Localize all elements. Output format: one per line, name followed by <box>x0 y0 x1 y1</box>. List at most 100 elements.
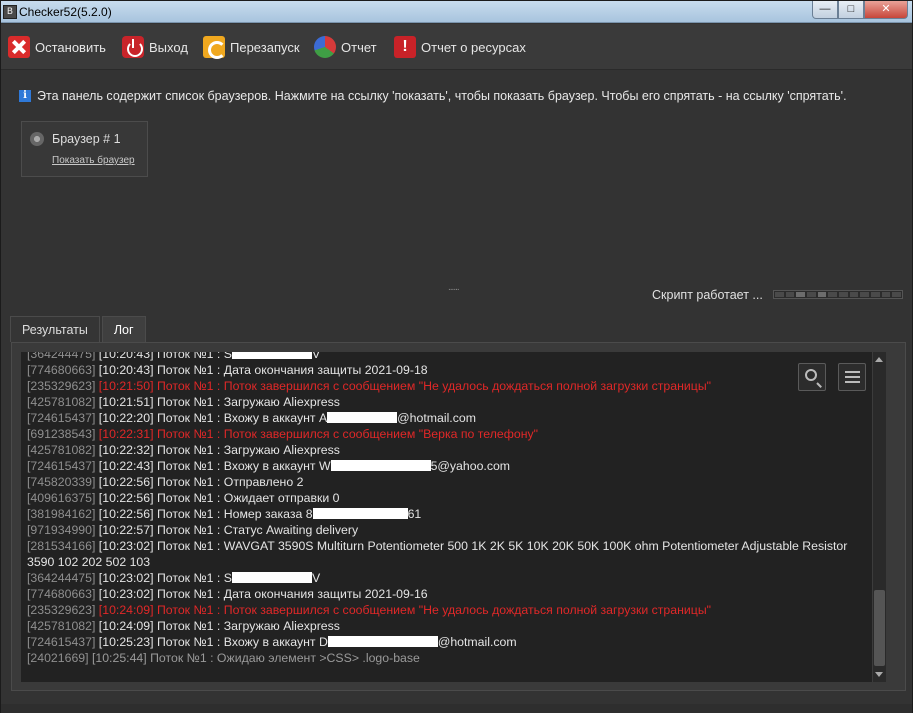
window-bottom-edge <box>1 704 912 713</box>
log-lines: [364244475] [10:20:43] Поток №1 : S V [774… <box>27 352 867 666</box>
log-line-id: [235329623] <box>27 379 96 393</box>
log-line-time: [10:22:56] <box>95 475 157 489</box>
resource-report-button[interactable]: ! Отчет о ресурсах <box>394 35 526 59</box>
log-line-text: Поток №1 : Вхожу в аккаунт A <box>156 411 328 425</box>
log-line: [364244475] [10:23:02] Поток №1 : S V <box>27 570 867 586</box>
log-line-text-end: @hotmail.com <box>397 411 476 425</box>
log-line-time: [10:20:43] <box>95 363 157 377</box>
redacted-block <box>231 352 312 359</box>
log-line-text: Поток №1 : Номер заказа 8 <box>156 507 313 521</box>
title-bar[interactable]: B Checker52(5.2.0) — □ ✕ <box>1 1 912 23</box>
log-line-text: Поток №1 : Загружаю Aliexpress <box>156 395 340 409</box>
log-line-id: [745820339] <box>27 475 96 489</box>
log-line-text: Поток №1 : Отправлено 2 <box>156 475 304 489</box>
log-line: [425781082] [10:22:32] Поток №1 : Загруж… <box>27 442 867 458</box>
log-line: [724615437] [10:25:23] Поток №1 : Вхожу … <box>27 634 867 650</box>
log-line: [774680663] [10:20:43] Поток №1 : Дата о… <box>27 362 867 378</box>
log-line-id: [971934990] <box>27 523 96 537</box>
log-line-text: Поток №1 : S <box>156 352 232 361</box>
redacted-block <box>312 508 408 519</box>
log-line-time: [10:23:02] <box>95 571 157 585</box>
log-line: [691238543] [10:22:31] Поток №1 : Поток … <box>27 426 867 442</box>
log-line-time: [10:25:44] <box>88 651 151 665</box>
info-icon: i <box>19 90 31 102</box>
progress-indicator <box>773 290 903 299</box>
log-line: [971934990] [10:22:57] Поток №1 : Статус… <box>27 522 867 538</box>
toolbar: Остановить Выход Перезапуск Отчет ! Отче… <box>1 24 912 70</box>
log-line: [724615437] [10:22:43] Поток №1 : Вхожу … <box>27 458 867 474</box>
show-browser-link[interactable]: Показать браузер <box>52 155 135 166</box>
log-line-time: [10:24:09] <box>95 603 157 617</box>
log-line-time: [10:22:43] <box>95 459 157 473</box>
maximize-button[interactable]: □ <box>838 1 864 19</box>
redacted-block <box>231 572 312 583</box>
log-line-text: Поток №1 : Поток завершился с сообщением… <box>156 603 712 617</box>
app-window: B Checker52(5.2.0) — □ ✕ Остановить Выхо… <box>0 0 913 713</box>
log-line-id: [381984162] <box>27 507 96 521</box>
tab-log[interactable]: Лог <box>101 316 146 343</box>
log-line-text: Поток №1 : Дата окончания защиты 2021-09… <box>156 363 428 377</box>
log-line-time: [10:24:09] <box>95 619 157 633</box>
log-line: [425781082] [10:21:51] Поток №1 : Загруж… <box>27 394 867 410</box>
log-line-text: Поток №1 : Ожидает отправки 0 <box>156 491 340 505</box>
log-line: [724615437] [10:22:20] Поток №1 : Вхожу … <box>27 410 867 426</box>
log-line-id: [425781082] <box>27 395 96 409</box>
close-button[interactable]: ✕ <box>864 1 908 19</box>
power-icon <box>122 36 144 58</box>
log-line-text: Поток №1 : Ожидаю элемент >CSS> .logo-ba… <box>150 651 420 665</box>
panel-splitter-handle[interactable]: ...... <box>448 282 460 293</box>
redacted-block <box>330 460 431 471</box>
log-line: [235329623] [10:21:50] Поток №1 : Поток … <box>27 378 867 394</box>
log-line-id: [425781082] <box>27 443 96 457</box>
stop-label: Остановить <box>35 39 106 55</box>
log-line-text: Поток №1 : Поток завершился с сообщением… <box>156 427 538 441</box>
hamburger-menu-icon <box>845 371 860 383</box>
log-line-time: [10:22:57] <box>95 523 157 537</box>
globe-icon <box>30 132 44 146</box>
app-icon: B <box>3 5 17 19</box>
resource-report-label: Отчет о ресурсах <box>421 39 526 55</box>
restart-button[interactable]: Перезапуск <box>203 35 300 59</box>
log-line: [774680663] [10:23:02] Поток №1 : Дата о… <box>27 586 867 602</box>
log-scrollbar[interactable] <box>872 352 886 682</box>
browser-name: Браузер # 1 <box>52 132 121 146</box>
exit-label: Выход <box>149 39 188 55</box>
minimize-button[interactable]: — <box>812 1 838 19</box>
stop-button[interactable]: Остановить <box>8 35 106 59</box>
log-line-time: [10:25:23] <box>95 635 157 649</box>
log-line-id: [774680663] <box>27 587 96 601</box>
log-search-button[interactable] <box>798 363 826 391</box>
log-line: [745820339] [10:22:56] Поток №1 : Отправ… <box>27 474 867 490</box>
log-line-time: [10:21:50] <box>95 379 157 393</box>
log-output[interactable]: [364244475] [10:20:43] Поток №1 : S V [774… <box>21 352 872 682</box>
log-line-id: [409616375] <box>27 491 96 505</box>
log-line: [425781082] [10:24:09] Поток №1 : Загруж… <box>27 618 867 634</box>
log-line: [24021669] [10:25:44] Поток №1 : Ожидаю … <box>27 650 867 666</box>
log-line: [409616375] [10:22:56] Поток №1 : Ожидае… <box>27 490 867 506</box>
log-line-text-end: V <box>311 352 321 361</box>
scroll-thumb[interactable] <box>874 590 885 666</box>
search-icon <box>805 369 817 381</box>
log-menu-button[interactable] <box>838 363 866 391</box>
scroll-up-icon[interactable] <box>875 357 883 362</box>
log-line-id: [724615437] <box>27 459 96 473</box>
log-line-text-end: 5@yahoo.com <box>430 459 511 473</box>
log-line-text-end: @hotmail.com <box>437 635 517 649</box>
script-status: Скрипт работает ... <box>652 288 763 302</box>
log-line-time: [10:22:20] <box>95 411 157 425</box>
report-button[interactable]: Отчет <box>314 35 377 59</box>
alert-icon: ! <box>394 36 416 58</box>
window-title: Checker52(5.2.0) <box>19 5 112 19</box>
log-line-text: Поток №1 : Поток завершился с сообщением… <box>156 379 712 393</box>
log-line: [364244475] [10:20:43] Поток №1 : S V <box>27 352 867 362</box>
exit-button[interactable]: Выход <box>122 35 188 59</box>
pie-chart-icon <box>314 36 336 58</box>
stop-icon <box>8 36 30 58</box>
tab-results[interactable]: Результаты <box>10 316 100 342</box>
log-line-text-end: V <box>311 571 321 585</box>
log-line-id: [281534166] <box>27 539 96 553</box>
scroll-down-icon[interactable] <box>875 672 883 677</box>
log-line-text: Поток №1 : Вхожу в аккаунт W <box>156 459 331 473</box>
log-line: [235329623] [10:24:09] Поток №1 : Поток … <box>27 602 867 618</box>
log-line-id: [691238543] <box>27 427 96 441</box>
